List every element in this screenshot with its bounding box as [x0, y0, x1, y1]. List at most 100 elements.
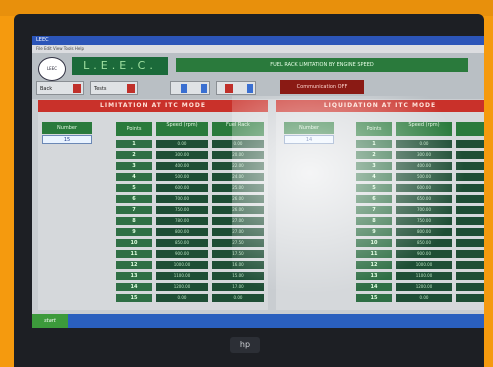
- speed-value-cell[interactable]: 0.00: [156, 294, 208, 302]
- fuel-rack-value-cell[interactable]: 27.50: [212, 239, 264, 247]
- extra-value-cell[interactable]: [456, 151, 484, 159]
- extra-value-cell[interactable]: [456, 162, 484, 170]
- speed-value-cell[interactable]: 850.00: [156, 239, 208, 247]
- point-number-cell: 1: [116, 140, 152, 148]
- menu-bar[interactable]: File Edit View Tools Help: [32, 45, 484, 53]
- fuel-rack-value-cell[interactable]: 26.00: [212, 206, 264, 214]
- hp-logo: hp: [230, 337, 260, 353]
- point-number-cell: 2: [356, 151, 392, 159]
- speed-value-cell[interactable]: 780.00: [156, 217, 208, 225]
- point-number-cell: 7: [116, 206, 152, 214]
- point-number-cell: 15: [116, 294, 152, 302]
- speed-value-cell[interactable]: 800.00: [396, 228, 452, 236]
- toggle-button-b[interactable]: [216, 81, 256, 95]
- page-title: FUEL RACK LIMITATION BY ENGINE SPEED: [176, 58, 468, 72]
- speed-value-cell[interactable]: 0.00: [396, 140, 452, 148]
- speed-value-cell[interactable]: 1200.00: [396, 283, 452, 291]
- flag-icon: [225, 84, 233, 93]
- toggle-button-a[interactable]: [170, 81, 210, 95]
- status-indicator-icon: [127, 84, 135, 93]
- speed-value-cell[interactable]: 650.00: [396, 195, 452, 203]
- limitation-panel-title: LIMITATION AT ITC MODE: [38, 100, 268, 112]
- speed-value-cell[interactable]: 500.00: [396, 173, 452, 181]
- speed-value-cell[interactable]: 750.00: [396, 217, 452, 225]
- speed-value-cell[interactable]: 1100.00: [156, 272, 208, 280]
- speed-value-cell[interactable]: 900.00: [396, 250, 452, 258]
- fuel-rack-value-cell[interactable]: 0.00: [212, 294, 264, 302]
- fuel-rack-value-cell[interactable]: 27.00: [212, 217, 264, 225]
- point-number-cell: 6: [356, 195, 392, 203]
- point-number-cell: 13: [356, 272, 392, 280]
- point-number-cell: 4: [356, 173, 392, 181]
- fuel-rack-value-cell[interactable]: 26.00: [212, 195, 264, 203]
- speed-value-cell[interactable]: 500.00: [156, 173, 208, 181]
- speed-value-cell[interactable]: 1100.00: [396, 272, 452, 280]
- speed-value-cell[interactable]: 300.00: [396, 151, 452, 159]
- speed-value-cell[interactable]: 850.00: [396, 239, 452, 247]
- speed-value-cell[interactable]: 1200.00: [156, 283, 208, 291]
- speed-value-cell[interactable]: 1000.00: [156, 261, 208, 269]
- speed-value-cell[interactable]: 400.00: [396, 162, 452, 170]
- point-number-cell: 4: [116, 173, 152, 181]
- fuel-rack-value-cell[interactable]: 15.00: [212, 272, 264, 280]
- point-number-cell: 8: [356, 217, 392, 225]
- number-input[interactable]: 14: [284, 135, 334, 144]
- fuel-rack-value-cell[interactable]: 22.00: [212, 162, 264, 170]
- point-number-cell: 10: [356, 239, 392, 247]
- extra-value-cell[interactable]: [456, 261, 484, 269]
- fuel-rack-value-cell[interactable]: 27.00: [212, 228, 264, 236]
- speed-value-cell[interactable]: 300.00: [156, 151, 208, 159]
- speed-value-cell[interactable]: 1000.00: [396, 261, 452, 269]
- extra-value-cell[interactable]: [456, 250, 484, 258]
- point-number-cell: 10: [116, 239, 152, 247]
- extra-value-cell[interactable]: [456, 228, 484, 236]
- point-number-cell: 1: [356, 140, 392, 148]
- speed-value-cell[interactable]: 600.00: [396, 184, 452, 192]
- brand-label: L.E.E.C.: [72, 57, 168, 75]
- point-number-cell: 6: [116, 195, 152, 203]
- speed-value-cell[interactable]: 750.00: [156, 206, 208, 214]
- extra-value-cell[interactable]: [456, 294, 484, 302]
- fuel-rack-value-cell[interactable]: 20.00: [212, 151, 264, 159]
- back-button[interactable]: Back: [36, 81, 84, 95]
- extra-value-cell[interactable]: [456, 140, 484, 148]
- speed-value-cell[interactable]: 400.00: [156, 162, 208, 170]
- speed-column-header: Speed (rpm): [396, 122, 452, 136]
- fuel-rack-value-cell[interactable]: 25.00: [212, 184, 264, 192]
- fuel-rack-value-cell[interactable]: 17.00: [212, 283, 264, 291]
- number-input[interactable]: 15: [42, 135, 92, 144]
- extra-value-cell[interactable]: [456, 206, 484, 214]
- fuel-rack-value-cell[interactable]: 0.00: [212, 140, 264, 148]
- extra-value-cell[interactable]: [456, 239, 484, 247]
- tests-button[interactable]: Tests: [90, 81, 138, 95]
- extra-value-cell[interactable]: [456, 217, 484, 225]
- point-number-cell: 3: [356, 162, 392, 170]
- extra-value-cell[interactable]: [456, 272, 484, 280]
- point-number-cell: 14: [116, 283, 152, 291]
- arrow-right-icon: [247, 84, 253, 93]
- speed-value-cell[interactable]: 700.00: [156, 195, 208, 203]
- speed-value-cell[interactable]: 900.00: [156, 250, 208, 258]
- point-number-cell: 5: [356, 184, 392, 192]
- fuel-rack-value-cell[interactable]: 16.00: [212, 261, 264, 269]
- fuel-rack-value-cell[interactable]: 24.00: [212, 173, 264, 181]
- start-button[interactable]: start: [32, 314, 68, 328]
- point-number-cell: 3: [116, 162, 152, 170]
- status-indicator-icon: [73, 84, 81, 93]
- extra-value-cell[interactable]: [456, 173, 484, 181]
- point-number-cell: 2: [116, 151, 152, 159]
- point-number-cell: 15: [356, 294, 392, 302]
- speed-value-cell[interactable]: 600.00: [156, 184, 208, 192]
- extra-value-cell[interactable]: [456, 283, 484, 291]
- liquidation-panel: LIQUIDATION AT ITC MODE Number 14 Points…: [276, 100, 484, 310]
- point-number-cell: 13: [116, 272, 152, 280]
- extra-value-cell[interactable]: [456, 184, 484, 192]
- extra-value-cell[interactable]: [456, 195, 484, 203]
- speed-value-cell[interactable]: 0.00: [396, 294, 452, 302]
- number-label: Number: [42, 122, 92, 134]
- speed-value-cell[interactable]: 0.00: [156, 140, 208, 148]
- speed-value-cell[interactable]: 800.00: [156, 228, 208, 236]
- connection-status-badge: Communication OFF: [280, 80, 364, 94]
- speed-value-cell[interactable]: 700.00: [396, 206, 452, 214]
- fuel-rack-value-cell[interactable]: 17.50: [212, 250, 264, 258]
